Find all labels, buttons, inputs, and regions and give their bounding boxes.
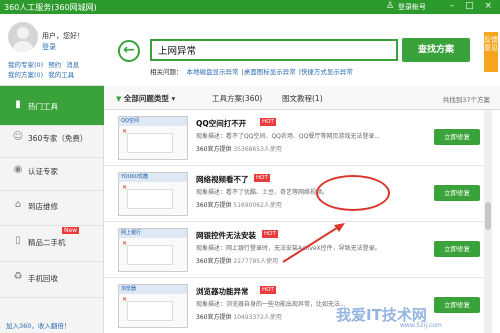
annotation-arrow <box>282 223 345 263</box>
scroll-thumb[interactable] <box>485 202 491 230</box>
watermark-url: www.52ij.com <box>400 322 442 329</box>
scrollbar[interactable] <box>484 110 492 333</box>
